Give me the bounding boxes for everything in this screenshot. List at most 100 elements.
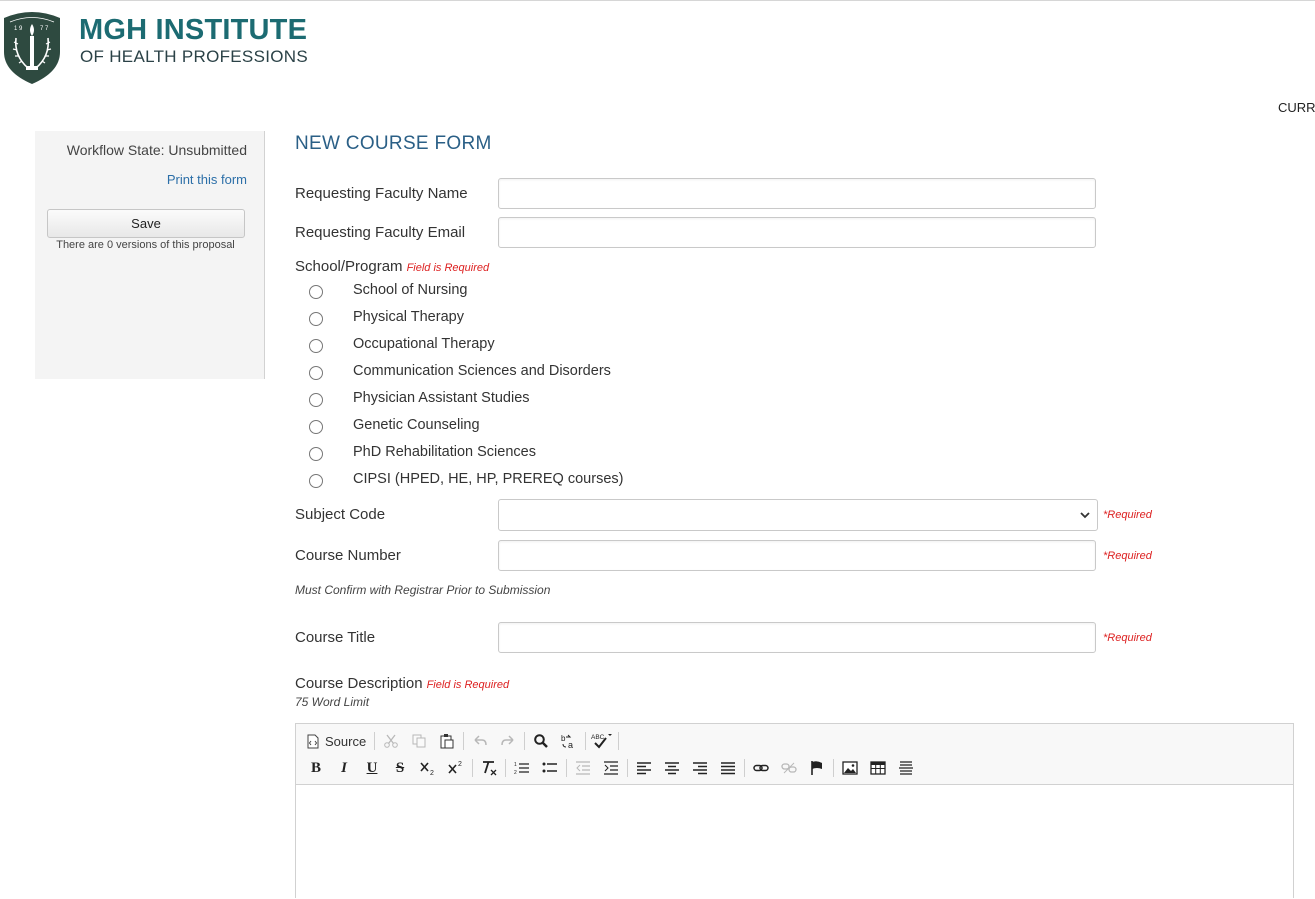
horizontal-rule-icon[interactable] — [894, 756, 918, 780]
redo-icon[interactable] — [496, 729, 520, 753]
editor-content-area[interactable] — [296, 785, 1293, 899]
link-icon[interactable] — [749, 756, 773, 780]
unlink-icon[interactable] — [777, 756, 801, 780]
subject-code-label: Subject Code — [295, 506, 386, 523]
radio-button[interactable] — [309, 447, 323, 461]
numbered-list-icon[interactable]: 12 — [510, 756, 534, 780]
cut-icon[interactable] — [379, 729, 403, 753]
versions-text: There are 0 versions of this proposal — [56, 239, 235, 251]
undo-icon[interactable] — [468, 729, 492, 753]
find-icon[interactable] — [529, 729, 553, 753]
svg-text:2: 2 — [458, 761, 462, 768]
institute-shield-logo-icon: 1 9 7 7 — [4, 12, 60, 84]
bold-icon[interactable]: B — [304, 756, 328, 780]
chevron-down-icon — [1080, 512, 1090, 519]
toolbar-separator — [627, 759, 628, 777]
logo-title: MGH INSTITUTE — [79, 14, 308, 46]
subject-code-select[interactable] — [498, 499, 1098, 531]
course-number-label: Course Number — [295, 547, 401, 564]
nav-item-curriculum[interactable]: CURR — [1278, 100, 1315, 115]
radio-label: CIPSI (HPED, HE, HP, PREREQ courses) — [353, 471, 624, 487]
replace-icon[interactable]: ba — [557, 729, 581, 753]
top-border — [0, 0, 1315, 1]
course-title-input[interactable] — [498, 622, 1096, 653]
image-icon[interactable] — [838, 756, 862, 780]
source-label: Source — [325, 733, 367, 749]
toolbar-separator — [585, 732, 587, 750]
course-description-label: Course Description Field is Required — [295, 675, 509, 692]
table-icon[interactable] — [866, 756, 890, 780]
radio-button[interactable] — [309, 339, 323, 353]
course-number-input[interactable] — [498, 540, 1096, 571]
outdent-icon[interactable] — [571, 756, 595, 780]
faculty-email-label: Requesting Faculty Email — [295, 224, 466, 241]
faculty-email-input[interactable] — [498, 217, 1096, 248]
radio-label: Communication Sciences and Disorders — [353, 363, 611, 379]
svg-text:b: b — [561, 734, 566, 743]
course-title-required: *Required — [1103, 632, 1152, 644]
svg-text:a: a — [568, 740, 573, 750]
strikethrough-icon[interactable]: S — [388, 756, 412, 780]
toolbar-separator — [463, 732, 465, 750]
svg-text:1 9: 1 9 — [14, 26, 23, 32]
page-title: NEW COURSE FORM — [295, 133, 492, 154]
source-button[interactable]: Source — [304, 729, 370, 753]
logo-subtitle: OF HEALTH PROFESSIONS — [80, 47, 308, 66]
radio-button[interactable] — [309, 312, 323, 326]
superscript-icon[interactable]: 2 — [444, 756, 468, 780]
toolbar-separator — [524, 732, 526, 750]
svg-text:7 7: 7 7 — [40, 26, 49, 32]
svg-text:ABC: ABC — [591, 734, 605, 741]
underline-icon[interactable]: U — [360, 756, 384, 780]
radio-label: Occupational Therapy — [353, 336, 495, 352]
svg-text:2: 2 — [514, 770, 517, 776]
course-description-editor[interactable]: Source ba ABC B I U S 2 2 12 — [295, 723, 1294, 898]
remove-format-icon[interactable] — [477, 756, 501, 780]
italic-icon[interactable]: I — [332, 756, 356, 780]
copy-icon[interactable] — [407, 729, 431, 753]
toolbar-separator — [472, 759, 473, 777]
subscript-icon[interactable]: 2 — [416, 756, 440, 780]
radio-button[interactable] — [309, 420, 323, 434]
svg-text:2: 2 — [430, 770, 434, 776]
faculty-name-label: Requesting Faculty Name — [295, 185, 468, 202]
radio-button[interactable] — [309, 366, 323, 380]
toolbar-separator — [566, 759, 567, 777]
radio-label: Physician Assistant Studies — [353, 390, 530, 406]
radio-button[interactable] — [309, 285, 323, 299]
radio-label: PhD Rehabilitation Sciences — [353, 444, 536, 460]
align-center-icon[interactable] — [660, 756, 684, 780]
bulleted-list-icon[interactable] — [538, 756, 562, 780]
course-description-required-note: Field is Required — [426, 679, 510, 691]
toolbar-separator — [618, 732, 620, 750]
radio-label: Physical Therapy — [353, 309, 464, 325]
anchor-icon[interactable] — [805, 756, 829, 780]
align-right-icon[interactable] — [688, 756, 712, 780]
subject-code-required: *Required — [1103, 509, 1152, 521]
toolbar-separator — [374, 732, 376, 750]
radio-button[interactable] — [309, 393, 323, 407]
school-required-note: Field is Required — [406, 262, 490, 274]
justify-icon[interactable] — [716, 756, 740, 780]
indent-icon[interactable] — [599, 756, 623, 780]
toolbar-separator — [505, 759, 506, 777]
toolbar-row-1: Source ba ABC — [304, 729, 623, 753]
spellcheck-icon[interactable]: ABC — [590, 729, 614, 753]
course-number-help: Must Confirm with Registrar Prior to Sub… — [295, 583, 551, 597]
save-button[interactable]: Save — [47, 209, 245, 238]
paste-icon[interactable] — [435, 729, 459, 753]
toolbar-separator — [833, 759, 834, 777]
workflow-state: Workflow State: Unsubmitted — [66, 142, 247, 158]
print-form-link[interactable]: Print this form — [167, 172, 247, 187]
sidebar-panel: Workflow State: Unsubmitted Print this f… — [35, 131, 265, 379]
svg-text:1: 1 — [514, 762, 517, 768]
faculty-name-input[interactable] — [498, 178, 1096, 209]
radio-button[interactable] — [309, 474, 323, 488]
course-title-label: Course Title — [295, 629, 376, 646]
school-program-label-text: School/Program — [295, 258, 403, 275]
source-icon — [307, 734, 319, 748]
course-description-label-text: Course Description — [295, 675, 423, 692]
align-left-icon[interactable] — [632, 756, 656, 780]
editor-toolbar: Source ba ABC B I U S 2 2 12 — [296, 724, 1293, 785]
school-program-label: School/Program Field is Required — [295, 258, 489, 275]
